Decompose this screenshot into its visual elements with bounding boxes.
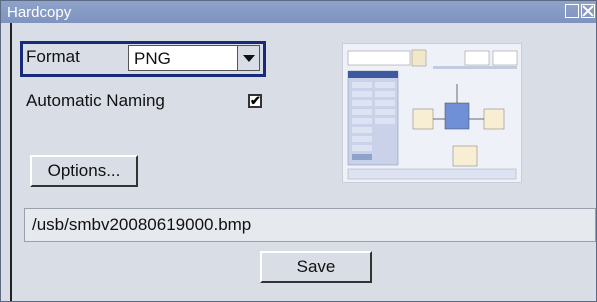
title-bar: Hardcopy [1,1,596,23]
automatic-naming-checkbox[interactable]: ✔ [248,94,262,108]
dialog-content: Format PNG Automatic Naming ✔ Options... [10,23,596,301]
chevron-down-icon[interactable] [237,46,259,70]
maximize-icon[interactable] [565,4,579,18]
close-icon[interactable] [581,4,595,18]
window-title: Hardcopy [7,4,72,21]
format-label: Format [26,47,80,66]
options-button[interactable]: Options... [30,155,138,187]
hardcopy-window: Hardcopy Format PNG Automatic Naming ✔ O… [0,0,597,302]
save-button[interactable]: Save [260,251,372,283]
preview-image [343,44,521,182]
format-selected-value: PNG [134,49,171,68]
automatic-naming-label: Automatic Naming [26,91,165,110]
file-path-field[interactable]: /usb/smbv20080619000.bmp [24,208,596,242]
screen-preview-thumbnail [342,43,522,183]
format-select[interactable]: PNG [128,45,260,71]
